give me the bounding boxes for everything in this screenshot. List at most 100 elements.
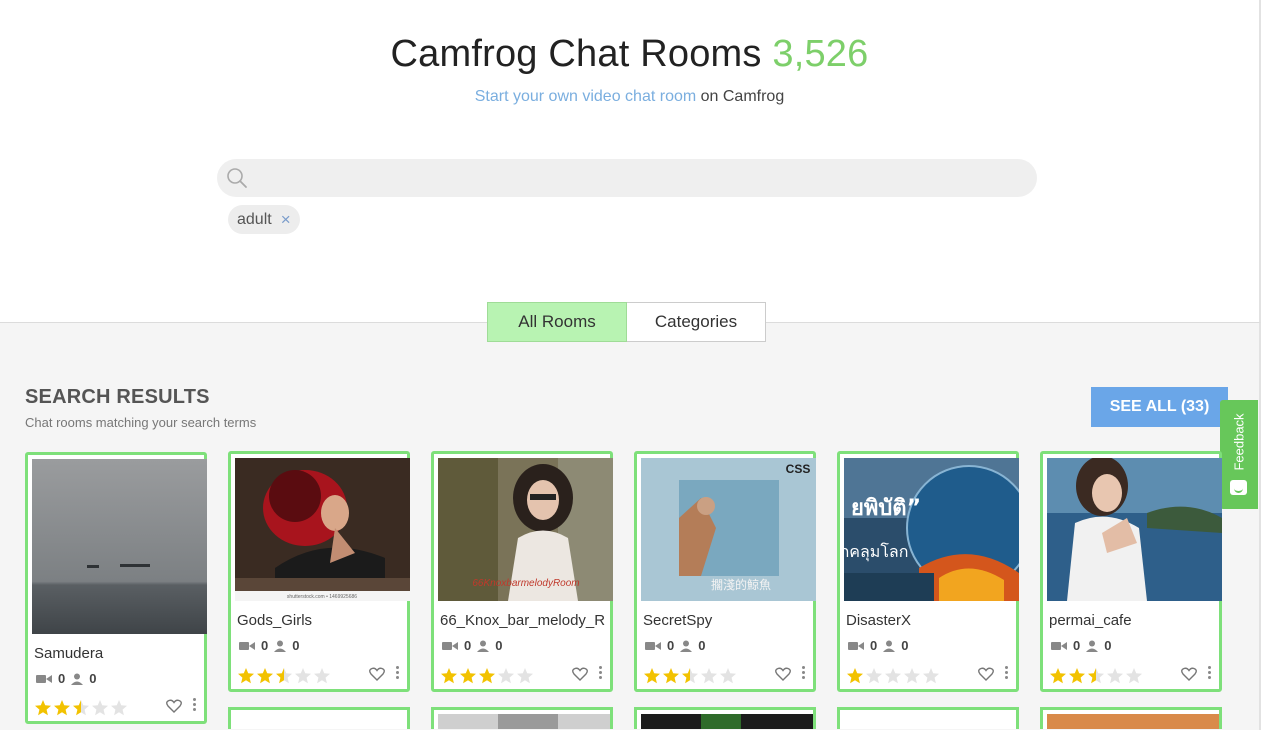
room-name: Gods_Girls: [237, 612, 313, 629]
star-empty-icon: [92, 700, 108, 716]
star-empty-icon: [1126, 668, 1142, 684]
room-thumbnail: [32, 459, 207, 634]
see-all-button[interactable]: SEE ALL (33): [1091, 387, 1228, 427]
more-options-icon[interactable]: [802, 666, 806, 681]
subtitle-text: on Camfrog: [696, 88, 785, 105]
star-half-icon: [276, 668, 292, 684]
search-icon: [227, 168, 247, 188]
room-name: SecretSpy: [643, 612, 713, 629]
room-thumbnail: 66KnoxbarmelodyRoom: [438, 458, 613, 601]
user-count: 0: [495, 638, 503, 653]
start-room-link[interactable]: Start your own video chat room: [475, 88, 696, 105]
star-filled-icon: [847, 668, 863, 684]
room-card-partial[interactable]: [634, 707, 816, 729]
chat-smile-icon: [1230, 480, 1247, 495]
room-name: permai_cafe: [1049, 612, 1132, 629]
room-name: 66_Knox_bar_melody_R: [440, 612, 606, 629]
room-thumbnail: [641, 714, 813, 729]
star-empty-icon: [498, 668, 514, 684]
rating-stars: [846, 667, 940, 685]
room-card-samudera[interactable]: Samudera 0 0: [25, 452, 207, 724]
star-filled-icon: [644, 668, 660, 684]
star-filled-icon: [479, 668, 495, 684]
room-card-permai-cafe[interactable]: permai_cafe 0 0: [1040, 451, 1222, 692]
room-thumbnail: [438, 714, 610, 729]
star-filled-icon: [35, 700, 51, 716]
room-stats: 0 0: [36, 671, 96, 686]
heart-icon[interactable]: [775, 667, 791, 681]
room-thumbnail: CSS 擱淺的鯨魚: [641, 458, 816, 601]
star-filled-icon: [238, 668, 254, 684]
heart-icon[interactable]: [166, 699, 182, 713]
user-icon: [883, 640, 896, 652]
user-count: 0: [901, 638, 909, 653]
heart-icon[interactable]: [572, 667, 588, 681]
room-card-secretspy[interactable]: CSS 擱淺的鯨魚 SecretSpy 0 0: [634, 451, 816, 692]
thumb-watermark: shutterstock.com • 1469925686: [287, 594, 357, 600]
star-half-icon: [73, 700, 89, 716]
room-thumbnail: shutterstock.com • 1469925686: [235, 458, 410, 601]
tab-all-rooms[interactable]: All Rooms: [487, 302, 627, 342]
room-count: 3,526: [772, 33, 869, 75]
room-thumbnail: [235, 714, 407, 729]
video-camera-icon: [645, 641, 661, 650]
heart-icon[interactable]: [978, 667, 994, 681]
room-stats: 0 0: [239, 638, 299, 653]
star-empty-icon: [295, 668, 311, 684]
thumb-logo-text: CSS: [786, 462, 811, 476]
search-input[interactable]: [261, 159, 1025, 199]
room-card-gods-girls[interactable]: shutterstock.com • 1469925686 Gods_Girls…: [228, 451, 410, 692]
room-card-partial[interactable]: [837, 707, 1019, 729]
page-subtitle: Start your own video chat room on Camfro…: [0, 88, 1259, 106]
thumb-caption: 擱淺的鯨魚: [711, 577, 771, 592]
star-filled-icon: [663, 668, 679, 684]
page-title: Camfrog Chat Rooms 3,526: [0, 33, 1259, 76]
search-bar[interactable]: [217, 159, 1037, 199]
user-count: 0: [698, 638, 706, 653]
room-thumbnail: [1047, 458, 1222, 601]
room-stats: 0 0: [442, 638, 502, 653]
results-subtitle: Chat rooms matching your search terms: [25, 415, 257, 430]
video-count: 0: [1073, 638, 1081, 653]
thumb-overlay-text: 66KnoxbarmelodyRoom: [472, 578, 579, 589]
more-options-icon[interactable]: [1005, 666, 1009, 681]
video-count: 0: [261, 638, 269, 653]
room-card-knox-bar[interactable]: 66KnoxbarmelodyRoom 66_Knox_bar_melody_R…: [431, 451, 613, 692]
user-count: 0: [1104, 638, 1112, 653]
room-name: Samudera: [34, 645, 104, 662]
user-count: 0: [292, 638, 300, 653]
tab-categories[interactable]: Categories: [627, 302, 766, 342]
feedback-tab[interactable]: Feedback: [1220, 400, 1258, 509]
room-name: DisasterX: [846, 612, 912, 629]
room-card-partial[interactable]: [431, 707, 613, 729]
filter-tag-label: adult: [237, 210, 272, 228]
results-title: SEARCH RESULTS: [25, 386, 210, 408]
star-filled-icon: [460, 668, 476, 684]
rating-stars: [237, 667, 331, 685]
star-filled-icon: [1050, 668, 1066, 684]
remove-tag-icon[interactable]: ×: [281, 211, 291, 228]
more-options-icon[interactable]: [396, 666, 400, 681]
room-tabs: All Rooms Categories: [487, 302, 766, 342]
more-options-icon[interactable]: [193, 698, 197, 713]
star-empty-icon: [111, 700, 127, 716]
video-camera-icon: [1051, 641, 1067, 650]
room-stats: 0 0: [645, 638, 705, 653]
star-filled-icon: [257, 668, 273, 684]
room-card-partial[interactable]: [1040, 707, 1222, 729]
room-stats: 0 0: [848, 638, 908, 653]
room-card-disasterx[interactable]: ยพิบัติ” กคลุมโลก DisasterX 0 0: [837, 451, 1019, 692]
more-options-icon[interactable]: [1208, 666, 1212, 681]
heart-icon[interactable]: [369, 667, 385, 681]
star-empty-icon: [517, 668, 533, 684]
room-card-partial[interactable]: [228, 707, 410, 729]
star-empty-icon: [720, 668, 736, 684]
video-camera-icon: [442, 641, 458, 650]
heart-icon[interactable]: [1181, 667, 1197, 681]
more-options-icon[interactable]: [599, 666, 603, 681]
star-empty-icon: [1107, 668, 1123, 684]
user-icon: [680, 640, 693, 652]
video-camera-icon: [36, 674, 52, 683]
thumb-overlay-text-2: กคลุมโลก: [844, 542, 908, 562]
star-empty-icon: [904, 668, 920, 684]
